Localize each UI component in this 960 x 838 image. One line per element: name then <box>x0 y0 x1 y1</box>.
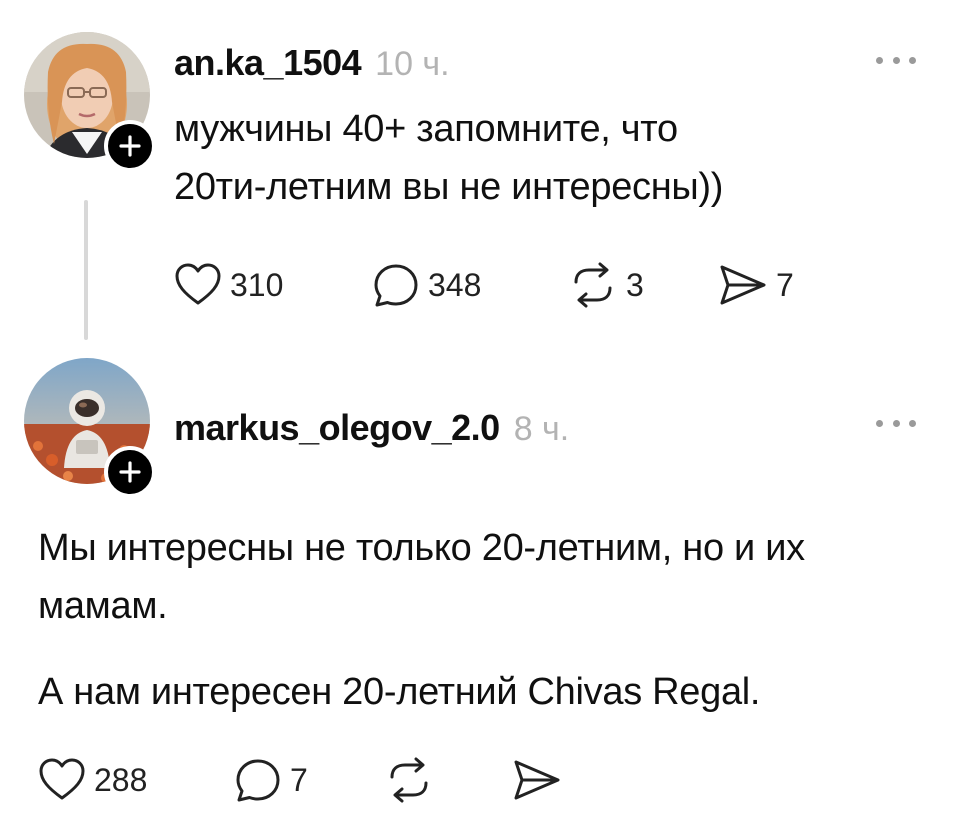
share-button[interactable]: 7 <box>718 263 794 307</box>
plus-icon <box>119 461 141 483</box>
like-count: 310 <box>230 266 284 303</box>
like-count: 288 <box>94 761 148 798</box>
username[interactable]: an.ka_1504 <box>174 42 362 84</box>
username[interactable]: markus_olegov_2.0 <box>174 407 500 449</box>
post-text: Мы интересны не только 20-летним, но и и… <box>38 519 938 749</box>
send-icon <box>720 265 766 305</box>
dot-icon <box>909 56 916 64</box>
plus-icon <box>119 135 141 157</box>
comment-count: 7 <box>290 761 308 798</box>
like-button[interactable]: 288 <box>38 758 234 802</box>
thread-line <box>84 200 88 340</box>
comment-count: 348 <box>428 266 482 303</box>
comment-button[interactable]: 7 <box>234 757 384 803</box>
comment-button[interactable]: 348 <box>372 262 568 308</box>
post-paragraph: А нам интересен 20-летний Chivas Regal. <box>38 671 761 713</box>
post-paragraph: Мы интересны не только 20-летним, но и и… <box>38 527 805 627</box>
dot-icon <box>892 419 900 427</box>
post-time: 8 ч. <box>513 410 570 448</box>
comment-bubble-icon <box>236 759 280 802</box>
post-an-ka: an.ka_1504 10 ч. мужчины 40+ запомните, … <box>0 0 960 345</box>
follow-button[interactable] <box>104 446 156 498</box>
heart-icon <box>39 758 85 800</box>
repost-icon <box>390 757 428 803</box>
repost-button[interactable] <box>384 757 512 803</box>
post-text-line: 20ти-летним вы не интересны)) <box>174 166 724 208</box>
action-bar: 288 7 <box>38 757 562 803</box>
dot-icon <box>909 419 916 427</box>
avatar-wrapper[interactable] <box>24 32 156 172</box>
dot-icon <box>892 56 900 64</box>
dot-icon <box>876 419 883 427</box>
share-button[interactable] <box>512 758 562 802</box>
post-text: мужчины 40+ запомните, что 20ти-летним в… <box>174 100 934 216</box>
action-bar: 310 348 3 7 <box>174 262 794 308</box>
dot-icon <box>876 56 883 64</box>
post-markus: markus_olegov_2.0 8 ч. Мы интересны не т… <box>0 345 960 838</box>
like-button[interactable]: 310 <box>174 263 372 307</box>
repost-icon <box>574 262 612 308</box>
repost-button[interactable]: 3 <box>568 262 718 308</box>
comment-bubble-icon <box>374 264 418 307</box>
post-text-line: мужчины 40+ запомните, что <box>174 108 678 150</box>
post-header: markus_olegov_2.0 8 ч. <box>174 407 569 449</box>
heart-icon <box>175 263 221 305</box>
send-icon <box>514 760 560 800</box>
more-options-button[interactable] <box>876 50 916 70</box>
repost-count: 3 <box>626 266 644 303</box>
more-options-button[interactable] <box>876 413 916 433</box>
share-count: 7 <box>776 266 794 303</box>
post-time: 10 ч. <box>375 45 450 83</box>
post-header: an.ka_1504 10 ч. <box>174 42 450 84</box>
follow-button[interactable] <box>104 120 156 172</box>
avatar-wrapper[interactable] <box>24 358 156 498</box>
